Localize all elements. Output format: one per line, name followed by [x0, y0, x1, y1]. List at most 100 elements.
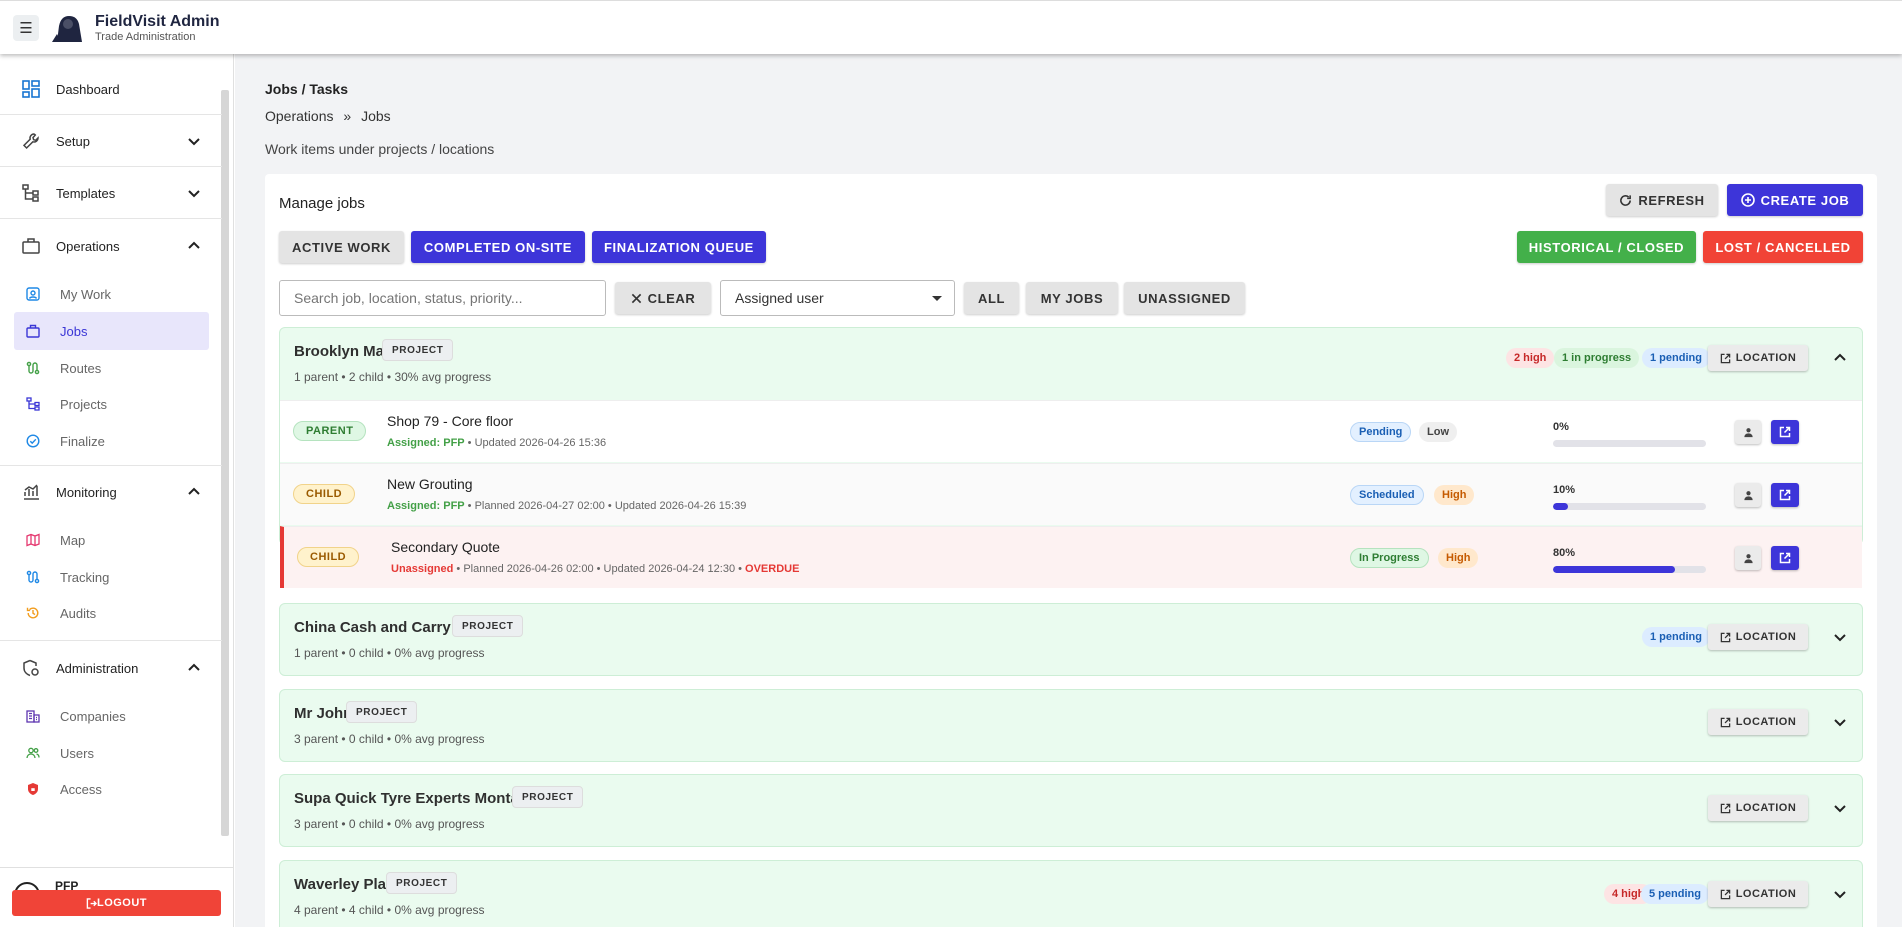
assign-user-button[interactable]: [1735, 483, 1761, 507]
create-job-button[interactable]: CREATE JOB: [1727, 184, 1863, 216]
location-label: LOCATION: [1735, 802, 1797, 814]
sidebar-item-operations[interactable]: Operations: [22, 234, 212, 258]
breadcrumb-separator: »: [343, 108, 352, 124]
sidebar-item-setup[interactable]: Setup: [22, 129, 212, 153]
lost-label: LOST / CANCELLED: [1715, 239, 1851, 255]
open-in-new-icon: [1720, 353, 1730, 363]
check-circle-icon: [26, 434, 40, 448]
location-button[interactable]: LOCATION: [1708, 709, 1808, 735]
refresh-button[interactable]: REFRESH: [1606, 184, 1718, 216]
job-row[interactable]: PARENT Shop 79 - Core floor Assigned: PF…: [280, 400, 1862, 462]
breadcrumb: Operations » Jobs: [265, 108, 391, 124]
breadcrumb-operations[interactable]: Operations: [265, 108, 333, 124]
job-dates: • Planned 2026-04-27 02:00 • Updated 202…: [464, 500, 747, 512]
pending-count-badge: 1 pending: [1642, 627, 1710, 647]
filter-my-jobs-button[interactable]: MY JOBS: [1026, 282, 1118, 314]
sidebar-item-routes[interactable]: Routes: [14, 349, 209, 387]
sidebar-label-finalize: Finalize: [60, 433, 105, 449]
assigned-user-value: Assigned user: [735, 290, 824, 306]
tab-completed-on-site[interactable]: COMPLETED ON-SITE: [411, 231, 585, 263]
project-group[interactable]: Supa Quick Tyre Experts Montana PROJECT …: [279, 774, 1863, 847]
sidebar-item-projects[interactable]: Projects: [14, 385, 209, 423]
briefcase-icon: [26, 324, 40, 338]
sidebar-item-users[interactable]: Users: [14, 734, 209, 772]
lost-cancelled-button[interactable]: LOST / CANCELLED: [1703, 231, 1863, 263]
open-job-button[interactable]: [1771, 420, 1799, 444]
tab-label: FINALIZATION QUEUE: [604, 239, 754, 255]
sidebar-label-jobs: Jobs: [60, 323, 88, 339]
chevron-up-icon[interactable]: [1832, 350, 1848, 366]
status-badge: Scheduled: [1350, 485, 1424, 505]
search-input[interactable]: [279, 280, 606, 316]
chevron-down-icon[interactable]: [186, 133, 202, 149]
job-row[interactable]: CHILD New Grouting Assigned: PFP • Plann…: [280, 463, 1862, 525]
open-job-button[interactable]: [1771, 483, 1799, 507]
status-badge: Pending: [1350, 422, 1412, 442]
job-title: Secondary Quote: [391, 539, 500, 555]
tab-label: COMPLETED ON-SITE: [423, 239, 573, 255]
menu-icon[interactable]: ☰: [13, 14, 39, 41]
job-title: New Grouting: [387, 476, 473, 492]
app-bar: ☰ FieldVisit Admin Trade Administration: [0, 0, 1902, 54]
historical-closed-button[interactable]: HISTORICAL / CLOSED: [1517, 231, 1696, 263]
chevron-up-icon[interactable]: [186, 660, 202, 676]
sidebar-item-my-work[interactable]: My Work: [14, 275, 209, 313]
sidebar-item-finalize[interactable]: Finalize: [14, 422, 209, 460]
job-assignee: Assigned: PFP: [387, 437, 465, 449]
refresh-icon: [1620, 194, 1632, 206]
pending-count-badge: 5 pending: [1641, 884, 1709, 904]
tab-finalization-queue[interactable]: FINALIZATION QUEUE: [592, 231, 766, 263]
job-meta: Unassigned • Planned 2026-04-26 02:00 • …: [391, 563, 799, 575]
assigned-user-select[interactable]: Assigned user: [720, 280, 955, 316]
project-meta: 1 parent • 0 child • 0% avg progress: [294, 646, 485, 660]
sidebar-item-tracking[interactable]: Tracking: [14, 558, 209, 596]
open-job-button[interactable]: [1771, 546, 1799, 570]
chevron-up-icon[interactable]: [186, 238, 202, 254]
logout-icon: [86, 897, 97, 909]
assign-user-button[interactable]: [1735, 420, 1761, 444]
project-group[interactable]: China Cash and Carry PROJECT 1 parent • …: [279, 603, 1863, 676]
sidebar-label-templates: Templates: [56, 185, 116, 201]
tab-active-work[interactable]: ACTIVE WORK: [279, 231, 404, 263]
project-group: Brooklyn Mall PROJECT 1 parent • 2 child…: [279, 327, 1863, 588]
project-group[interactable]: Waverley Plaza PROJECT 4 parent • 4 chil…: [279, 860, 1863, 927]
analytics-icon: [22, 483, 40, 501]
sidebar-item-monitoring[interactable]: Monitoring: [22, 480, 212, 504]
chevron-down-icon[interactable]: [186, 185, 202, 201]
sidebar-item-map[interactable]: Map: [14, 521, 209, 559]
location-button[interactable]: LOCATION: [1708, 881, 1808, 907]
chevron-up-icon[interactable]: [186, 484, 202, 500]
location-button[interactable]: LOCATION: [1708, 345, 1808, 371]
location-button[interactable]: LOCATION: [1708, 624, 1808, 650]
clear-button[interactable]: CLEAR: [615, 282, 711, 314]
open-in-new-icon: [1720, 889, 1730, 899]
chevron-down-icon[interactable]: [1832, 800, 1848, 816]
sidebar-item-templates[interactable]: Templates: [22, 181, 212, 205]
sidebar-label-projects: Projects: [60, 396, 107, 412]
filter-unassigned-button[interactable]: UNASSIGNED: [1124, 282, 1245, 314]
filter-all-button[interactable]: ALL: [964, 282, 1019, 314]
chevron-down-icon[interactable]: [1832, 886, 1848, 902]
sidebar-item-dashboard[interactable]: Dashboard: [22, 77, 212, 101]
gorilla-logo-icon: [52, 15, 82, 42]
hierarchy-icon: [26, 397, 40, 411]
location-button[interactable]: LOCATION: [1708, 795, 1808, 821]
project-name: Brooklyn Mall: [294, 343, 393, 360]
sidebar-item-administration[interactable]: Administration: [22, 656, 212, 680]
project-group[interactable]: Mr John PROJECT 3 parent • 0 child • 0% …: [279, 689, 1863, 762]
sidebar-item-jobs[interactable]: Jobs: [14, 312, 209, 350]
chevron-down-icon[interactable]: [1832, 629, 1848, 645]
sidebar-item-companies[interactable]: Companies: [14, 697, 209, 735]
sidebar-item-audits[interactable]: Audits: [14, 594, 209, 632]
progress-bar: [1553, 566, 1706, 573]
logout-button[interactable]: LOGOUT: [12, 890, 221, 916]
sidebar-item-access[interactable]: Access: [14, 770, 209, 808]
sidebar-scrollbar[interactable]: [221, 90, 229, 836]
users-icon: [26, 747, 40, 759]
job-assignee: Unassigned: [391, 563, 454, 575]
sidebar-label-access: Access: [60, 781, 102, 797]
job-row-overdue[interactable]: CHILD Secondary Quote Unassigned • Plann…: [280, 526, 1862, 588]
assign-user-button[interactable]: [1735, 546, 1761, 570]
job-kind-badge: CHILD: [297, 547, 360, 567]
chevron-down-icon[interactable]: [1832, 714, 1848, 730]
